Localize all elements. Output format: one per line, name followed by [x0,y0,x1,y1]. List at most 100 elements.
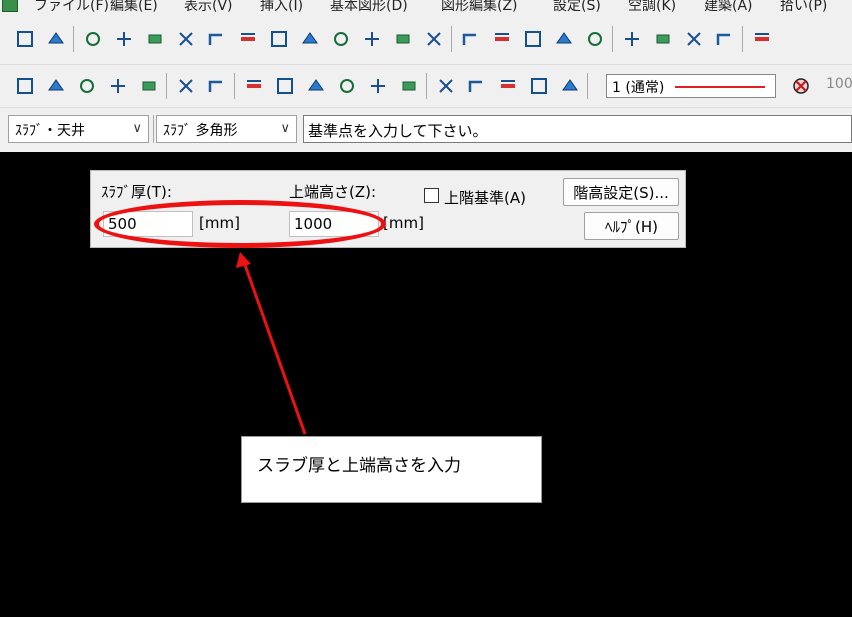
help-button[interactable]: ﾍﾙﾌﾟ(H) [584,212,679,240]
highlight-ellipse [94,200,386,248]
toolbar-separator [426,73,427,99]
open-folder-icon[interactable] [45,75,67,97]
convert-icon[interactable] [652,28,674,50]
menu-file[interactable]: ファイル(F) [34,0,109,14]
convert-icon [656,34,670,44]
info-icon[interactable] [274,75,296,97]
slab-thickness-label: ｽﾗﾌﾞ厚(T): [101,183,172,201]
arrow-dim-icon[interactable] [460,28,482,50]
menu-takeoff[interactable]: 拾い(P) [780,0,827,14]
floor-height-settings-button[interactable]: 階高設定(S)... [563,178,679,206]
new-file-icon[interactable] [14,75,36,97]
menu-architecture[interactable]: 建築(A) [704,0,753,14]
joint-icon[interactable] [175,28,197,50]
toolbar-row-1 [0,14,852,65]
hatch-icon[interactable] [423,28,445,50]
menu-bar: ファイル(F) 編集(E) 表示(V) 挿入(I) 基本図形(D) 図形編集(Z… [0,0,852,14]
frame-icon[interactable] [144,28,166,50]
shape-type-value: ｽﾗﾌﾞ 多角形 [163,123,238,139]
menu-hvac[interactable]: 空調(K) [628,0,676,14]
select-icon[interactable] [497,75,519,97]
no-entry-icon[interactable] [790,75,812,97]
compass-icon [716,33,730,45]
save-icon[interactable] [76,75,98,97]
no-entry-icon [793,78,809,94]
symmetry-icon[interactable] [683,28,705,50]
list-icon[interactable] [584,28,606,50]
level-icon[interactable] [299,28,321,50]
menu-shape-edit[interactable]: 図形編集(Z) [441,0,518,14]
fitting-icon[interactable] [82,28,104,50]
dimension-icon[interactable] [392,28,414,50]
toolbar-separator [234,73,235,99]
cross-dim-icon [525,31,541,47]
fit-window-icon[interactable] [398,75,420,97]
app-icon [2,0,18,12]
split-view-icon [439,79,453,93]
branch-icon[interactable] [113,28,135,50]
fl-icon[interactable] [330,28,352,50]
sheet-icon[interactable] [367,75,389,97]
info-line-icon [308,79,324,91]
elbow-icon[interactable] [206,28,228,50]
print-preview-icon[interactable] [107,75,129,97]
menu-basic-shapes[interactable]: 基本図形(D) [330,0,408,14]
callout-box: スラブ厚と上端高さを入力 [241,436,542,503]
info-line-icon[interactable] [305,75,327,97]
branch-icon [117,32,131,46]
layer-icon [531,78,547,94]
split-view-icon[interactable] [435,75,457,97]
toolbar-row-2: 1 (通常) 100 [0,65,852,108]
route-icon[interactable] [621,28,643,50]
top-height-label: 上端高さ(Z): [289,183,377,201]
element-type-value: ｽﾗﾌﾞ・天井 [15,123,85,139]
reducer-icon[interactable] [268,28,290,50]
snap-icon[interactable] [466,75,488,97]
wall-tool-icon[interactable] [14,28,36,50]
brush-icon [340,79,354,93]
brush-icon[interactable] [336,75,358,97]
linetype-icon[interactable] [559,75,581,97]
property-icon[interactable] [243,75,265,97]
chevron-down-icon: ∨ [132,121,142,136]
snap-icon [468,80,482,92]
element-type-select[interactable]: ｽﾗﾌﾞ・天井 ∨ [8,115,149,143]
layer-icon[interactable] [528,75,550,97]
zoom-value: 100 [826,76,852,92]
damper-icon[interactable] [361,28,383,50]
print-icon[interactable] [138,75,160,97]
prompt-text: 基準点を入力して下さい。 [308,122,488,140]
toolbar-separator [451,26,452,52]
offset-icon[interactable] [237,28,259,50]
fitting-icon [86,32,100,46]
route-icon [625,32,639,46]
compass-icon[interactable] [714,28,736,50]
hatch-icon [427,32,441,46]
info-icon [277,78,293,94]
line-setting-select[interactable]: 1 (通常) [606,74,776,98]
flip-icon[interactable] [491,28,513,50]
upper-floor-checkbox[interactable] [424,188,439,203]
line-setting-label: 1 (通常) [612,80,665,96]
tag-icon[interactable] [751,28,773,50]
sheet-icon [371,79,385,93]
cross-dim-icon[interactable] [522,28,544,50]
joint-icon [179,32,193,46]
level-icon [302,32,318,44]
offset-icon [241,33,255,41]
toolbar-separator [587,73,588,99]
menu-insert[interactable]: 挿入(I) [260,0,303,14]
property-icon [247,80,261,88]
menu-settings[interactable]: 設定(S) [553,0,601,14]
undo-icon[interactable] [175,75,197,97]
arrow-dim-icon [462,33,476,45]
redo-icon[interactable] [206,75,228,97]
duct-tool-icon[interactable] [45,28,67,50]
menu-view[interactable]: 表示(V) [184,0,233,14]
select-icon [501,80,515,88]
stack-icon[interactable] [553,28,575,50]
list-icon [588,32,602,46]
menu-edit[interactable]: 編集(E) [110,0,158,14]
shape-type-select[interactable]: ｽﾗﾌﾞ 多角形 ∨ [156,115,297,143]
upper-floor-label: 上階基準(A) [444,189,526,207]
